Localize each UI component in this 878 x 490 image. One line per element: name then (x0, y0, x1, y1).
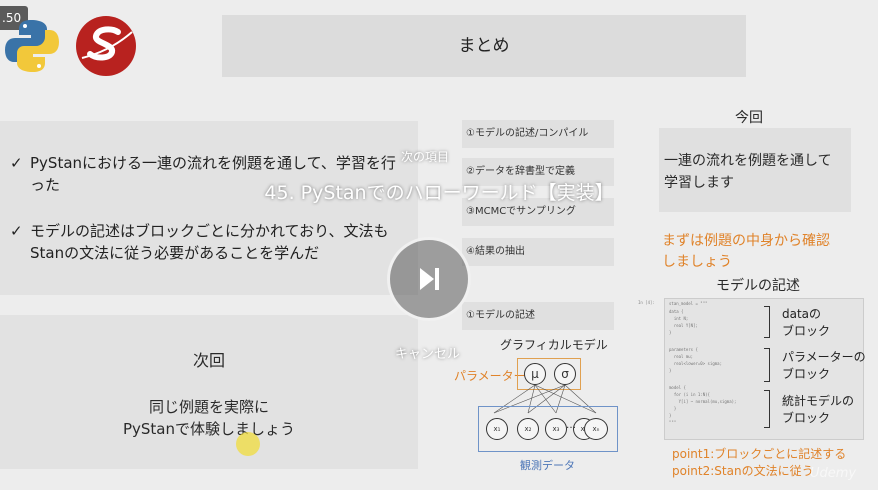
code-line: parameters { (669, 347, 698, 352)
code-prompt: In [4]: (638, 300, 655, 305)
point2-text: point2:Stanの文法に従う (672, 464, 814, 478)
point1-text: point1:ブロックごとに記述する (672, 447, 847, 461)
parameters-block-label-1: パラメーターの (782, 350, 866, 364)
code-line: """ (669, 420, 677, 425)
code-line: real mu; (669, 354, 694, 359)
next-time-heading: 次回 (192, 351, 225, 370)
stan-logo-icon (76, 16, 136, 76)
code-line: Y[i] ~ normal(mu,sigma); (669, 399, 737, 404)
obs-ellipsis: … (566, 420, 576, 431)
next-time-line2: PyStanで体験しましょう (122, 420, 296, 438)
code-line: model { (669, 385, 686, 390)
model-block-bracket (764, 390, 770, 428)
mu-node: μ (524, 363, 546, 385)
obs-node: x₂ (517, 418, 539, 440)
next-item-label: 次の項目 (401, 150, 450, 164)
cancel-button[interactable]: キャンセル (395, 343, 460, 362)
code-line: data { (669, 309, 684, 314)
sigma-node: σ (554, 363, 576, 385)
data-block-bracket (764, 306, 770, 338)
model-desc-heading: モデルの記述 (716, 278, 800, 294)
code-line: int N; (669, 316, 689, 321)
parameters-block-bracket (764, 348, 770, 382)
data-block-label-1: dataの (782, 307, 822, 321)
code-line: } (669, 413, 672, 418)
step-item: ④結果の抽出 (462, 238, 614, 266)
parameter-label: パラメーター (454, 369, 526, 383)
next-time-panel (0, 315, 418, 469)
code-line: } (669, 330, 672, 335)
data-block-label-2: ブロック (782, 324, 831, 338)
orange-note-line1: まずは例題の中身から確認 (662, 233, 830, 249)
model-block-label-1: 統計モデルの (782, 394, 855, 408)
code-line: stan_model = """ (669, 301, 708, 306)
parameters-block-label-2: ブロック (782, 367, 831, 381)
slide-title: まとめ (458, 36, 510, 56)
obs-node: x₃ (545, 418, 567, 440)
code-line: for (i in 1:N){ (669, 392, 710, 397)
observed-data-label: 観測データ (520, 459, 575, 472)
code-line: } (669, 406, 677, 411)
obs-node: xₙ (584, 418, 608, 440)
this-time-heading: 今回 (735, 110, 763, 126)
summary-panel (0, 121, 418, 295)
obs-node: x₁ (486, 418, 508, 440)
code-line: real<lower=0> sigma; (669, 361, 722, 366)
skip-next-icon (420, 268, 439, 290)
check-icon: ✓ (10, 154, 23, 172)
step-item: ①モデルの記述/コンパイル (462, 120, 614, 148)
code-line: } (669, 368, 672, 373)
check-icon: ✓ (10, 222, 23, 240)
code-line: real Y[N]; (669, 323, 698, 328)
cursor-highlight (236, 432, 260, 456)
next-lecture-title[interactable]: 45. PyStanでのハローワールド【実装】 (0, 178, 878, 205)
this-time-line1: 一連の流れを例題を通して (664, 153, 832, 169)
summary-item-text: モデルの記述はブロックごとに分かれており、文法もStanの文法に従う必要があるこ… (30, 222, 389, 262)
next-time-line1: 同じ例題を実際に (148, 398, 269, 416)
graphical-model-title: グラフィカルモデル (500, 338, 608, 352)
python-logo-icon (5, 20, 59, 72)
udemy-watermark: Udemy (810, 466, 857, 481)
step-item: ①モデルの記述 (462, 302, 614, 330)
orange-note-line2: しましょう (662, 254, 732, 270)
next-lecture-button[interactable] (387, 237, 471, 321)
model-block-label-2: ブロック (782, 411, 831, 425)
